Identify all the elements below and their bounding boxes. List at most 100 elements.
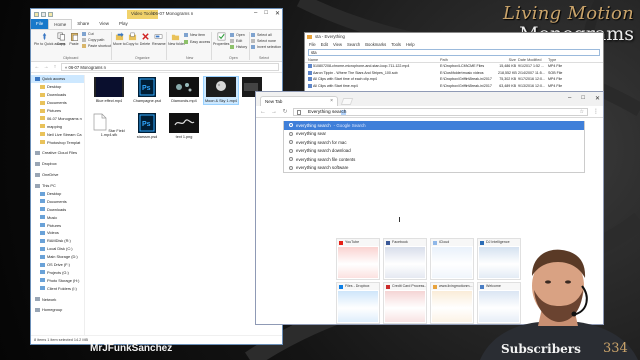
nav-item[interactable]: OneDrive <box>31 171 84 179</box>
new-tab-button[interactable] <box>340 98 354 105</box>
tab-view[interactable]: View <box>94 19 114 29</box>
file-item-selected[interactable]: Moon & Sky 1.mp4 <box>203 76 239 105</box>
suggestion-item[interactable]: everything search software <box>284 164 584 173</box>
nav-item[interactable]: Desktop <box>31 83 84 91</box>
omnibox-input[interactable]: Everything search ☆ <box>293 107 588 116</box>
properties-icon[interactable] <box>41 11 46 17</box>
nav-item[interactable]: Documents <box>31 99 84 107</box>
menu-item-bookmarks[interactable]: Bookmarks <box>365 41 386 48</box>
nav-item[interactable]: OS Drive (F:) <box>31 261 84 269</box>
file-item[interactable]: Star Field 1.mp4.sfk <box>92 113 126 138</box>
reload-icon[interactable]: ↻ <box>282 108 288 115</box>
copy-button[interactable]: Copy <box>55 32 67 46</box>
easy-access-button[interactable]: Easy access <box>184 40 210 44</box>
minimize-icon[interactable]: – <box>254 10 257 17</box>
cut-button[interactable]: Cut <box>82 32 94 36</box>
most-visited-tile[interactable]: Credit Card Process... <box>383 282 427 324</box>
nav-item[interactable]: mapping <box>31 122 84 130</box>
open-button[interactable]: Open <box>230 33 245 37</box>
new-item-button[interactable]: New item <box>184 33 205 37</box>
invert-selection-button[interactable]: Invert selection <box>251 45 281 49</box>
history-button[interactable]: History <box>230 45 247 49</box>
nav-item[interactable]: Photo Storage (H:) <box>31 276 84 284</box>
column-date-modified[interactable]: Date Modified <box>518 57 548 62</box>
forward-arrow-icon[interactable]: → <box>271 109 277 115</box>
most-visited-tile[interactable]: Files - Dropbox <box>336 282 380 324</box>
nav-item[interactable]: Local Disk (C:) <box>31 245 84 253</box>
file-item[interactable]: Diamonds.mp4 <box>167 77 201 104</box>
forward-arrow-icon[interactable]: → <box>43 64 49 70</box>
copy-path-button[interactable]: Copy path <box>82 38 104 42</box>
nav-item[interactable]: Pictures <box>31 221 84 229</box>
rename-button[interactable]: Rename <box>152 32 166 46</box>
tab-file[interactable]: File <box>31 19 49 29</box>
chrome-menu-icon[interactable]: ⋮ <box>593 108 599 115</box>
paste-button[interactable]: Paste <box>68 32 80 46</box>
address-path-input[interactable]: « 06-07 Monograms n <box>61 63 279 71</box>
suggestion-item[interactable]: everything search file contents <box>284 155 584 164</box>
column-size[interactable]: Size <box>498 57 518 62</box>
nav-item[interactable]: Creative Cloud Files <box>31 149 84 157</box>
properties-button[interactable]: Properties <box>213 32 229 46</box>
nav-item[interactable]: Neil Live Stream Ca <box>31 130 84 138</box>
menu-item-help[interactable]: Help <box>406 41 415 48</box>
file-item[interactable]: Ps starssm.psd <box>130 113 164 140</box>
file-item[interactable]: Blue effect.mp4 <box>92 77 126 104</box>
folder-icon[interactable] <box>34 11 39 17</box>
column-name[interactable]: Name <box>308 57 440 62</box>
nav-item[interactable]: Dropbox <box>31 160 84 168</box>
file-item[interactable]: Ps Champagne.psd <box>130 77 164 104</box>
nav-item[interactable]: Projects (G:) <box>31 268 84 276</box>
menu-item-file[interactable]: File <box>309 41 316 48</box>
delete-button[interactable]: Delete <box>139 32 151 46</box>
new-folder-icon[interactable] <box>48 11 53 17</box>
tab-play[interactable]: Play <box>114 19 133 29</box>
suggestion-item[interactable]: everything search download <box>284 147 584 156</box>
copy-to-button[interactable]: Copy to <box>126 32 138 46</box>
nav-item[interactable]: Pictures <box>31 107 84 115</box>
close-icon[interactable]: ✕ <box>275 10 280 17</box>
column-path[interactable]: Path <box>440 57 498 62</box>
suggestion-item[interactable]: everything search - Google Search <box>284 121 584 130</box>
nav-item[interactable]: Main Storage (D:) <box>31 253 84 261</box>
most-visited-tile[interactable]: iCloud <box>430 238 474 280</box>
file-item[interactable]: text 1.png <box>167 113 201 140</box>
nav-item[interactable]: Photoshop Templat <box>31 138 84 146</box>
maximize-icon[interactable]: □ <box>264 10 268 17</box>
close-tab-icon[interactable]: × <box>330 97 333 106</box>
menu-item-view[interactable]: View <box>333 41 342 48</box>
select-all-button[interactable]: Select all <box>251 33 272 37</box>
tab-home[interactable]: Home <box>48 19 73 29</box>
most-visited-tile[interactable]: Facebook <box>383 238 427 280</box>
nav-item[interactable]: Downloads <box>31 91 84 99</box>
nav-item[interactable]: Client Folders (I:) <box>31 284 84 292</box>
move-to-button[interactable]: Move to <box>113 32 126 46</box>
nav-item[interactable]: Quick access <box>31 75 84 83</box>
nav-item[interactable]: This PC <box>31 182 84 190</box>
result-row[interactable]: All Clips with Start time.mp4 E:\Dropbox\… <box>305 83 603 90</box>
most-visited-tile[interactable]: www.livingmotionm... <box>430 282 474 324</box>
menu-item-tools[interactable]: Tools <box>391 41 401 48</box>
close-icon[interactable]: ✕ <box>595 95 600 102</box>
suggestion-item[interactable]: everything search for mac <box>284 138 584 147</box>
tab-new-tab[interactable]: New Tab × <box>260 96 338 106</box>
nav-item[interactable]: Network <box>31 295 84 303</box>
pin-quick-access-button[interactable]: Pin to Quick access <box>34 32 66 46</box>
nav-item[interactable]: 06-07 Monograms n <box>31 114 84 122</box>
tab-share[interactable]: Share <box>72 19 94 29</box>
maximize-icon[interactable]: □ <box>581 95 585 102</box>
nav-item[interactable]: Downloads <box>31 205 84 213</box>
nav-item[interactable]: RAMDisk (R:) <box>31 237 84 245</box>
most-visited-tile[interactable]: YouTube <box>336 238 380 280</box>
back-arrow-icon[interactable]: ← <box>34 64 40 70</box>
nav-item[interactable]: Videos <box>31 229 84 237</box>
new-folder-button[interactable]: New folder <box>168 32 185 46</box>
suggestion-item[interactable]: everything sear <box>284 130 584 139</box>
nav-item[interactable]: Homegroup <box>31 306 84 314</box>
nav-item[interactable]: Music <box>31 213 84 221</box>
minimize-icon[interactable]: – <box>568 95 571 102</box>
edit-button[interactable]: Edit <box>230 39 242 43</box>
everything-search-input[interactable]: sta <box>308 49 600 56</box>
bookmark-star-icon[interactable]: ☆ <box>580 109 584 116</box>
select-none-button[interactable]: Select none <box>251 39 276 43</box>
